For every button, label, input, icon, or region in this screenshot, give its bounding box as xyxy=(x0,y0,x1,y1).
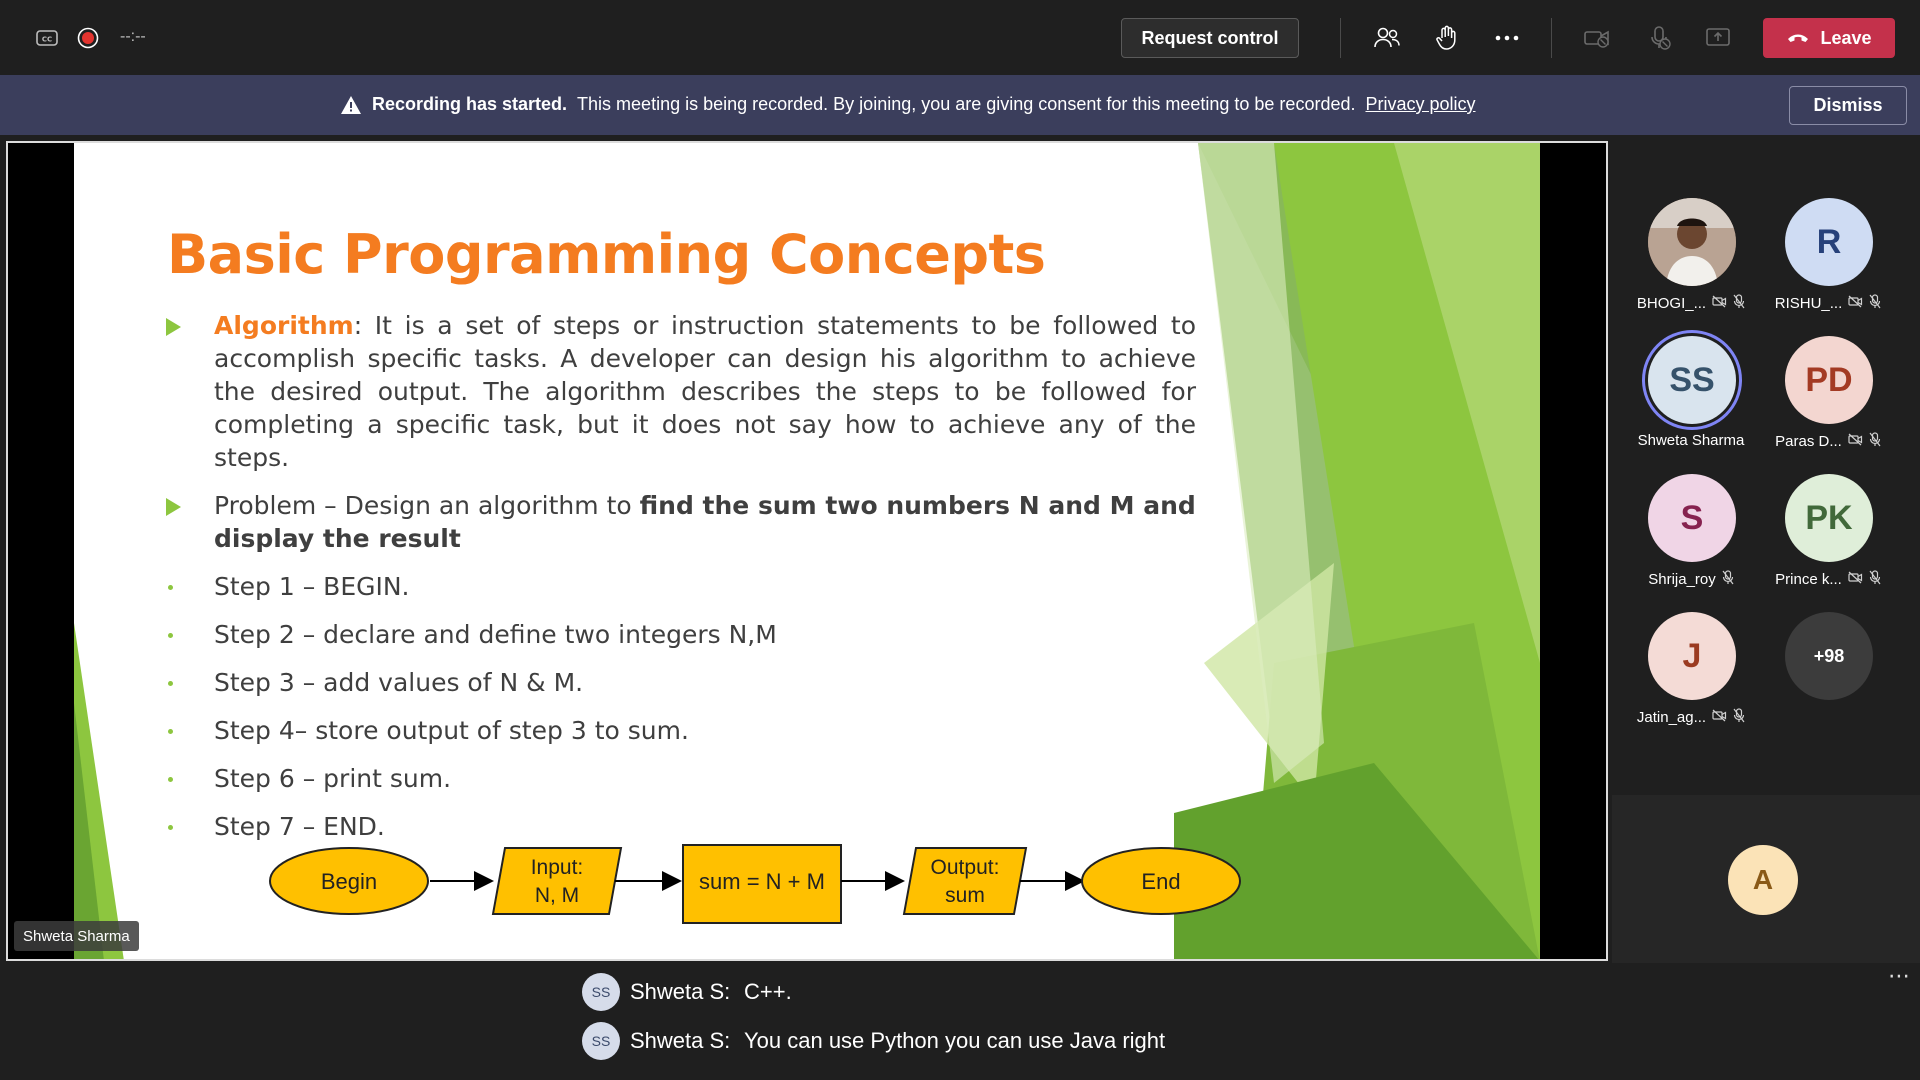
caption-text: C++. xyxy=(744,979,792,1004)
people-icon[interactable] xyxy=(1372,24,1402,52)
camera-off-icon xyxy=(1712,709,1727,725)
flow-end-label: End xyxy=(1141,869,1180,894)
caption-line: SS Shweta S: C++. xyxy=(582,973,792,1011)
flow-input-label-1: Input: xyxy=(531,856,584,879)
mic-off-icon[interactable] xyxy=(1645,24,1675,52)
presenter-name-tag: Shweta Sharma xyxy=(14,921,139,951)
audience-strip: A xyxy=(1612,795,1920,963)
live-captions: SS Shweta S: C++. SS Shweta S: You can u… xyxy=(0,963,1920,1080)
more-icon[interactable]: ⋯ xyxy=(1888,963,1910,989)
avatar[interactable]: SS xyxy=(1648,336,1736,424)
participant-photo xyxy=(1648,198,1736,286)
flowchart: Begin Input: N, M sum = N + M Output: su… xyxy=(269,844,1241,924)
caption-text: You can use Python you can use Java righ… xyxy=(744,1028,1166,1053)
avatar[interactable]: J xyxy=(1648,612,1736,700)
participant-tile[interactable]: R RISHU_... xyxy=(1759,170,1897,312)
participant-tile[interactable]: PK Prince k... xyxy=(1759,446,1897,588)
dismiss-button[interactable]: Dismiss xyxy=(1789,86,1907,125)
participant-name: Jatin_ag... xyxy=(1636,708,1707,726)
participant-tile[interactable]: PD Paras D... xyxy=(1759,308,1897,450)
flow-output-label-1: Output: xyxy=(931,856,1000,879)
banner-message: This meeting is being recorded. By joini… xyxy=(577,94,1356,114)
banner-title: Recording has started. xyxy=(372,94,568,114)
avatar: SS xyxy=(582,973,620,1011)
toolbar-divider xyxy=(1551,18,1552,58)
participant-tile[interactable]: J Jatin_ag... xyxy=(1622,584,1760,726)
participant-tile[interactable]: +98 xyxy=(1759,584,1897,714)
privacy-policy-link[interactable]: Privacy policy xyxy=(1365,94,1475,115)
recording-banner: Recording has started. This meeting is b… xyxy=(0,75,1920,135)
caption-speaker: Shweta S: xyxy=(630,979,731,1004)
camera-off-icon[interactable] xyxy=(1582,24,1612,52)
shared-screen: Basic Programming Concepts Algorithm: It… xyxy=(6,141,1608,961)
presentation-slide: Basic Programming Concepts Algorithm: It… xyxy=(74,143,1540,959)
avatar[interactable]: PD xyxy=(1785,336,1873,424)
avatar[interactable]: A xyxy=(1728,845,1798,915)
call-timer: --:-- xyxy=(120,28,146,45)
flow-process-label: sum = N + M xyxy=(699,869,825,894)
avatar[interactable] xyxy=(1648,198,1736,286)
more-icon[interactable] xyxy=(1492,24,1522,52)
request-control-button[interactable]: Request control xyxy=(1121,18,1299,58)
participant-tile[interactable]: BHOGI_... xyxy=(1622,170,1760,312)
flow-input-label-2: N, M xyxy=(535,884,579,907)
svg-text:CC: CC xyxy=(42,36,52,44)
leave-button[interactable]: Leave xyxy=(1763,18,1895,58)
avatar[interactable]: PK xyxy=(1785,474,1873,562)
share-tray-icon[interactable] xyxy=(1703,24,1733,52)
flow-output-label-2: sum xyxy=(945,884,985,907)
raise-hand-icon[interactable] xyxy=(1432,24,1462,52)
participant-name-row: Jatin_ag... xyxy=(1622,708,1760,726)
mic-off-icon xyxy=(1733,708,1745,726)
leave-label: Leave xyxy=(1820,27,1872,48)
recording-dot-icon xyxy=(77,24,99,52)
closed-captions-icon[interactable]: CC xyxy=(36,24,58,52)
caption-line: SS Shweta S: You can use Python you can … xyxy=(582,1022,1165,1060)
participant-tile[interactable]: SS Shweta Sharma xyxy=(1622,308,1760,449)
phone-hangup-icon xyxy=(1788,34,1809,42)
caption-speaker: Shweta S: xyxy=(630,1028,731,1053)
avatar[interactable]: R xyxy=(1785,198,1873,286)
toolbar-divider xyxy=(1340,18,1341,58)
avatar: SS xyxy=(582,1022,620,1060)
warning-icon xyxy=(341,95,361,114)
flow-begin-label: Begin xyxy=(321,869,377,894)
meeting-toolbar: CC --:-- Request control Leave xyxy=(0,0,1920,75)
participant-tile[interactable]: S Shrija_roy xyxy=(1622,446,1760,588)
more-participants-button[interactable]: +98 xyxy=(1785,612,1873,700)
avatar[interactable]: S xyxy=(1648,474,1736,562)
